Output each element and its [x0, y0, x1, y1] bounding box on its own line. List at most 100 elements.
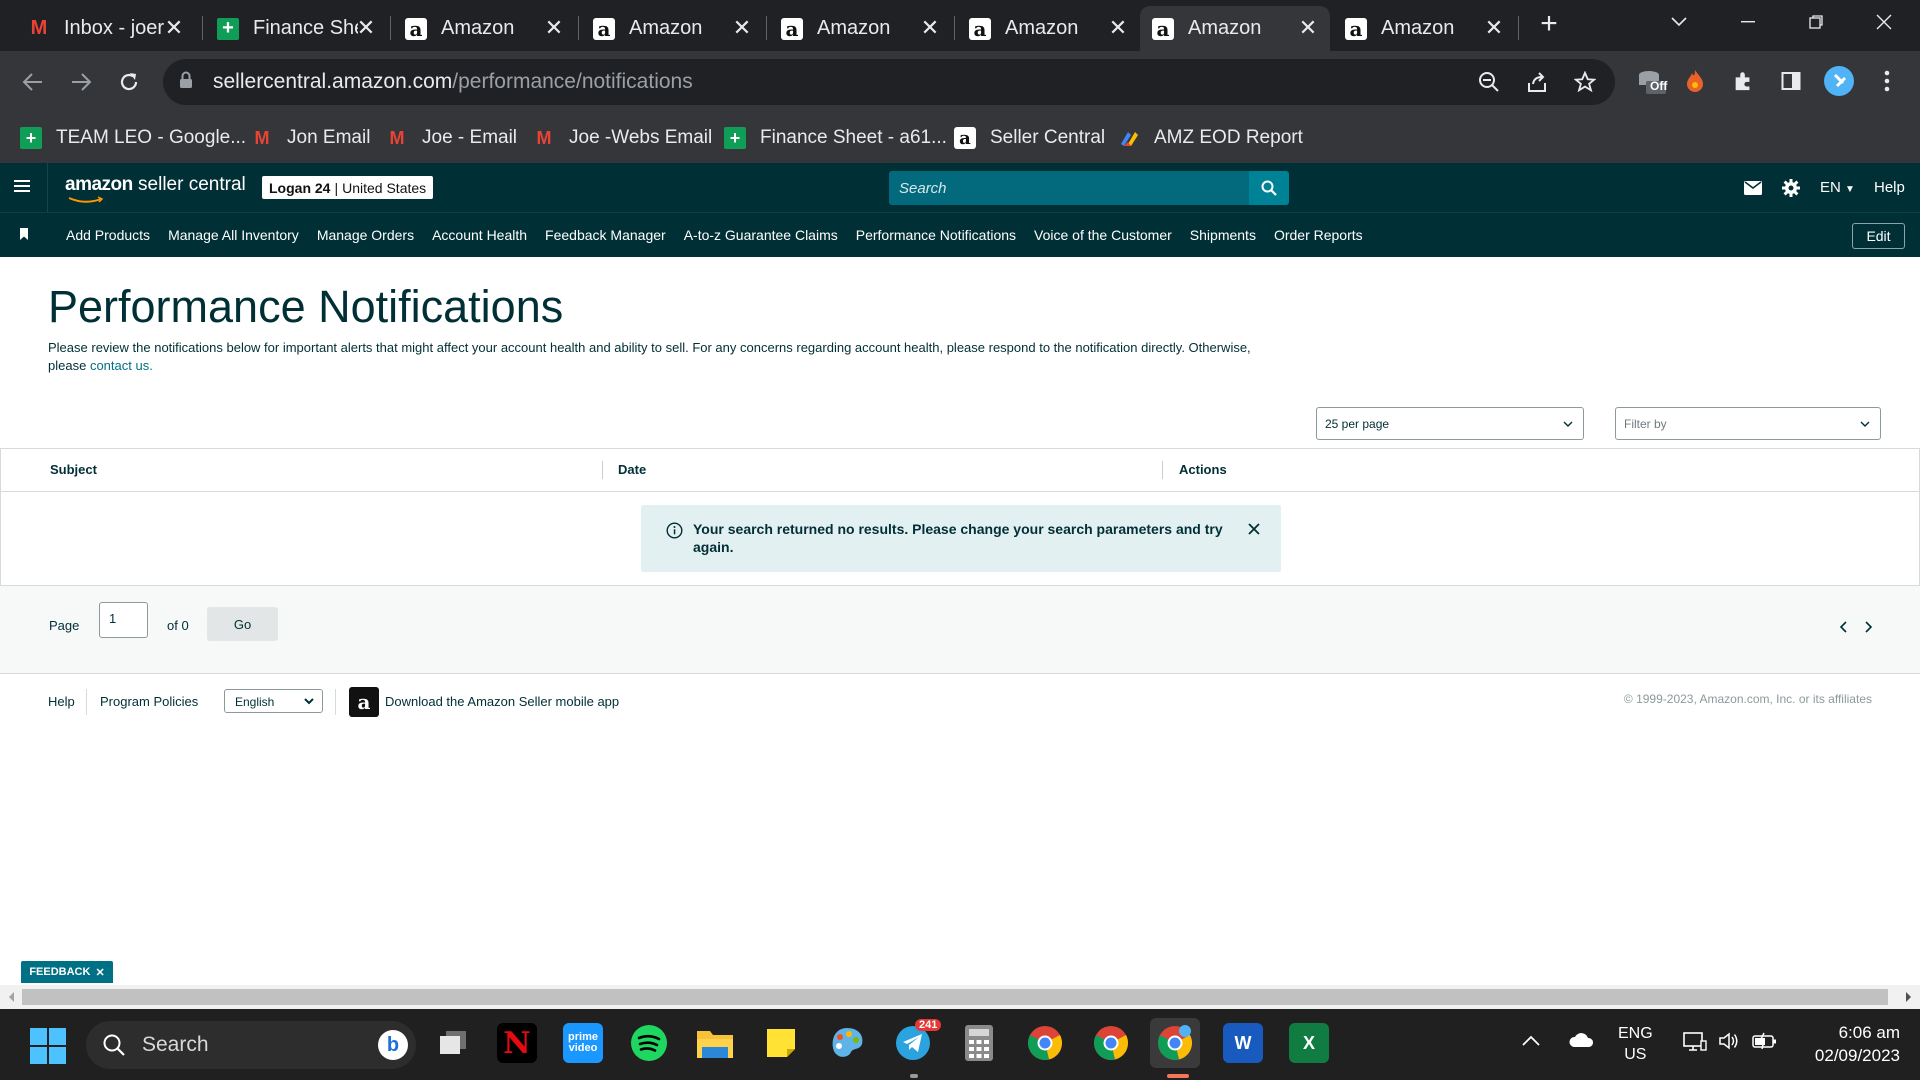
bing-icon[interactable]: b: [378, 1030, 408, 1060]
language-selector[interactable]: EN ▼: [1820, 179, 1855, 196]
close-icon[interactable]: ✕: [1480, 14, 1508, 42]
chrome-active-icon[interactable]: [1150, 1018, 1200, 1068]
calculator-icon[interactable]: [959, 1023, 999, 1063]
bookmark-item[interactable]: a Seller Central: [954, 123, 1105, 153]
mobile-app-link[interactable]: Download the Amazon Seller mobile app: [385, 694, 619, 709]
footer-language-select[interactable]: English: [224, 689, 323, 713]
filter-select[interactable]: Filter by: [1615, 407, 1881, 440]
nav-link-manage-inventory[interactable]: Manage All Inventory: [159, 227, 308, 243]
taskbar-search[interactable]: Search b: [86, 1021, 416, 1069]
minimize-button[interactable]: [1720, 0, 1776, 44]
footer-policies-link[interactable]: Program Policies: [100, 694, 198, 709]
bookmark-item[interactable]: M Joe - Email: [386, 123, 518, 153]
browser-tab[interactable]: a Amazon ✕: [1333, 6, 1516, 51]
word-icon[interactable]: W: [1223, 1023, 1263, 1063]
file-explorer-icon[interactable]: [695, 1023, 735, 1063]
contact-us-link[interactable]: contact us.: [90, 358, 153, 373]
extensions-button[interactable]: [1726, 64, 1760, 98]
scrollbar-thumb[interactable]: [22, 989, 1888, 1005]
extension-off-button[interactable]: Off: [1634, 64, 1668, 98]
close-window-button[interactable]: [1856, 0, 1912, 44]
nav-link-order-reports[interactable]: Order Reports: [1265, 227, 1372, 243]
chevron-right-icon[interactable]: [1862, 621, 1874, 633]
spotify-icon[interactable]: [629, 1023, 669, 1063]
address-bar[interactable]: sellercentral.amazon.com/performance/not…: [163, 59, 1615, 105]
help-link[interactable]: Help: [1874, 179, 1905, 196]
bookmark-item[interactable]: AMZ EOD Report: [1118, 123, 1303, 153]
browser-tab[interactable]: a Amazon ✕: [769, 6, 952, 51]
volume-icon[interactable]: [1718, 1031, 1740, 1056]
column-header-date[interactable]: Date: [618, 462, 646, 477]
page-number-input[interactable]: 1: [99, 602, 148, 638]
column-header-subject[interactable]: Subject: [50, 462, 97, 477]
bookmark-item[interactable]: M Jon Email: [251, 123, 371, 153]
footer-help-link[interactable]: Help: [48, 694, 75, 709]
forward-button[interactable]: [64, 65, 98, 99]
prime-video-icon[interactable]: prime video: [563, 1023, 603, 1063]
chrome-profile-icon[interactable]: [1091, 1023, 1131, 1063]
onedrive-icon[interactable]: [1568, 1031, 1594, 1054]
nav-link-feedback-manager[interactable]: Feedback Manager: [536, 227, 675, 243]
seller-central-logo[interactable]: amazon seller central: [65, 174, 246, 203]
network-icon[interactable]: [1683, 1031, 1707, 1058]
side-panel-button[interactable]: [1774, 64, 1808, 98]
browser-tab[interactable]: a Amazon ✕: [581, 6, 764, 51]
bookmark-item[interactable]: + Finance Sheet - a61...: [724, 123, 947, 153]
close-icon[interactable]: ✕: [728, 14, 756, 42]
amazon-app-icon[interactable]: a: [349, 687, 379, 717]
per-page-select[interactable]: 25 per page: [1316, 407, 1584, 440]
zoom-button[interactable]: [1474, 67, 1504, 97]
chevron-left-icon[interactable]: [1838, 621, 1850, 633]
reload-button[interactable]: [112, 65, 146, 99]
windows-start-icon[interactable]: [30, 1028, 66, 1064]
netflix-icon[interactable]: N: [497, 1023, 537, 1063]
feedback-button[interactable]: FEEDBACK ✕: [21, 961, 113, 983]
system-clock[interactable]: 6:06 am 02/09/2023: [1815, 1021, 1900, 1067]
close-icon[interactable]: ✕: [352, 14, 380, 42]
share-button[interactable]: [1522, 67, 1552, 97]
chrome-icon[interactable]: [1025, 1023, 1065, 1063]
battery-icon[interactable]: [1752, 1031, 1778, 1056]
nav-link-account-health[interactable]: Account Health: [423, 227, 536, 243]
paint-icon[interactable]: [827, 1023, 867, 1063]
mail-button[interactable]: [1742, 177, 1764, 199]
search-button[interactable]: [1249, 171, 1289, 205]
settings-button[interactable]: [1780, 177, 1802, 199]
store-picker[interactable]: Logan 24 | United States: [262, 176, 434, 199]
chrome-menu-button[interactable]: [1870, 64, 1904, 98]
bookmark-item[interactable]: + TEAM LEO - Google...: [20, 123, 246, 153]
task-view-icon[interactable]: [433, 1023, 473, 1063]
browser-tab[interactable]: a Amazon ✕: [957, 6, 1140, 51]
excel-icon[interactable]: X: [1289, 1023, 1329, 1063]
tab-search-button[interactable]: [1651, 0, 1707, 44]
edit-nav-button[interactable]: Edit: [1852, 223, 1905, 249]
input-language-indicator[interactable]: ENG US: [1618, 1023, 1653, 1065]
close-icon[interactable]: ✕: [540, 14, 568, 42]
close-icon[interactable]: ✕: [916, 14, 944, 42]
browser-tab-active[interactable]: a Amazon ✕: [1140, 6, 1330, 51]
telegram-icon[interactable]: 241: [893, 1019, 942, 1063]
bookmark-item[interactable]: M Joe -Webs Email: [533, 123, 713, 153]
restore-button[interactable]: [1788, 0, 1844, 44]
close-icon[interactable]: ✕: [1104, 14, 1132, 42]
browser-tab[interactable]: + Finance She ✕: [205, 6, 388, 51]
bookmark-icon[interactable]: [19, 228, 29, 240]
chevron-up-icon[interactable]: [1522, 1031, 1540, 1052]
nav-link-a-to-z-claims[interactable]: A-to-z Guarantee Claims: [675, 227, 847, 243]
honey-extension-button[interactable]: [1678, 64, 1712, 98]
horizontal-scrollbar[interactable]: [0, 985, 1920, 1009]
nav-link-add-products[interactable]: Add Products: [57, 227, 159, 243]
close-icon[interactable]: ✕: [160, 14, 188, 42]
scroll-right-icon[interactable]: [1904, 990, 1914, 1004]
new-tab-button[interactable]: +: [1535, 9, 1563, 39]
nav-link-voice-of-customer[interactable]: Voice of the Customer: [1025, 227, 1181, 243]
browser-tab[interactable]: M Inbox - joer ✕: [16, 6, 196, 51]
close-icon[interactable]: [1245, 520, 1263, 538]
nav-link-shipments[interactable]: Shipments: [1181, 227, 1265, 243]
hamburger-menu-icon[interactable]: [14, 177, 32, 195]
profile-button[interactable]: [1822, 64, 1856, 98]
go-button[interactable]: Go: [207, 607, 278, 641]
browser-tab[interactable]: a Amazon ✕: [393, 6, 576, 51]
search-input[interactable]: Search: [889, 171, 1249, 205]
nav-link-manage-orders[interactable]: Manage Orders: [308, 227, 423, 243]
